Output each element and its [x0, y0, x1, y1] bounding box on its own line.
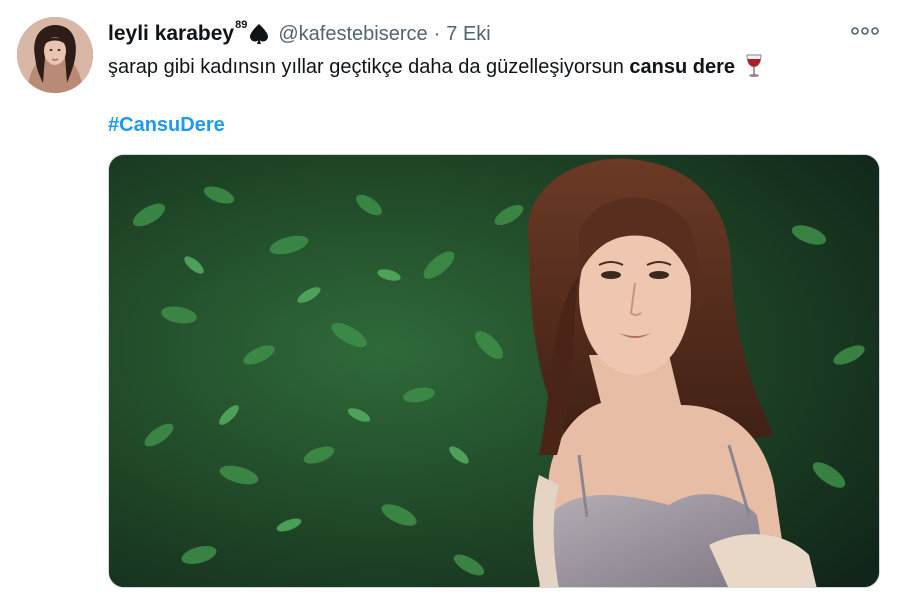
- author-handle[interactable]: @kafestebiserce: [278, 23, 427, 46]
- tweet-header: leyli karabey 89 @kafestebiserce · 7 Eki: [108, 18, 491, 50]
- wine-glass-icon: [744, 54, 764, 78]
- photo-woman-in-garden-icon: [109, 155, 879, 587]
- tweet-text-plain: şarap gibi kadınsın yıllar geçtikçe daha…: [108, 56, 630, 78]
- author-avatar[interactable]: [17, 17, 93, 93]
- tweet-date[interactable]: 7 Eki: [446, 23, 490, 46]
- tweet-card[interactable]: leyli karabey 89 @kafestebiserce · 7 Eki…: [0, 0, 900, 599]
- spade-icon: [249, 23, 269, 45]
- author-name-superscript: 89: [235, 19, 248, 31]
- more-options-icon[interactable]: [850, 20, 880, 42]
- header-separator: ·: [433, 22, 441, 45]
- tweet-text: şarap gibi kadınsın yıllar geçtikçe daha…: [108, 54, 764, 80]
- tweet-text-bold: cansu dere: [629, 56, 736, 78]
- hashtag-link[interactable]: #CansuDere: [108, 114, 225, 137]
- tweet-media-photo[interactable]: [108, 154, 880, 588]
- author-display-name[interactable]: leyli karabey: [108, 22, 234, 46]
